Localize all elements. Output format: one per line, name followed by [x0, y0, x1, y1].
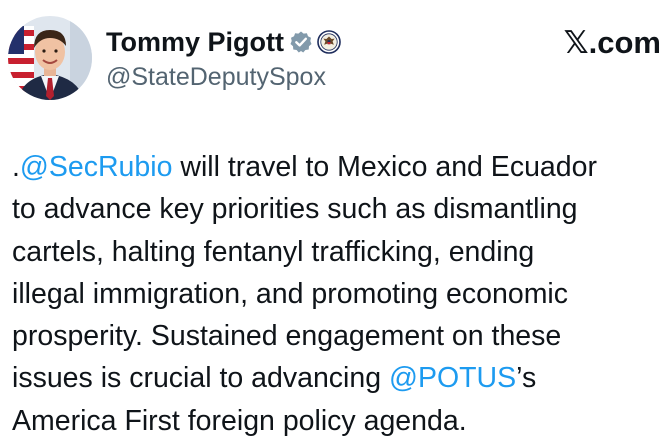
mention-secrubio-link[interactable]: @SecRubio: [20, 151, 173, 183]
state-department-seal-icon[interactable]: [317, 30, 341, 54]
tweet-line-6: issues is crucial to advancing @POTUS’s: [12, 357, 662, 399]
tweet-line-5: prosperity. Sustained engagement on thes…: [12, 320, 562, 353]
mention-potus-link[interactable]: @POTUS: [389, 362, 516, 394]
tweet-text-prefix: .: [12, 151, 20, 183]
author-name-row: Tommy Pigott: [106, 24, 341, 60]
tweet-line-1: .@SecRubio will travel to Mexico and Ecu…: [12, 146, 662, 188]
tweet-line-2: to advance key priorities such as disman…: [12, 193, 578, 226]
author-display-name[interactable]: Tommy Pigott: [106, 27, 284, 58]
tweet-card: Tommy Pigott @StateDeputySpox 𝕏 .com .@S…: [0, 0, 669, 441]
tweet-text-segment: issues is crucial to advancing: [12, 362, 390, 395]
brand-logo: 𝕏 .com: [564, 24, 661, 60]
tweet-line-7: America First foreign policy agenda.: [12, 404, 467, 437]
tweet-text-suffix: ’s: [516, 362, 537, 395]
tweet-line-3: cartels, halting fentanyl trafficking, e…: [12, 235, 535, 268]
avatar-image: [8, 16, 92, 100]
tweet-text: .@SecRubio will travel to Mexico and Ecu…: [12, 146, 662, 441]
brand-domain: .com: [588, 24, 661, 60]
author-handle[interactable]: @StateDeputySpox: [106, 63, 326, 92]
verified-badge-icon[interactable]: [289, 30, 313, 54]
avatar[interactable]: [8, 16, 92, 100]
x-logo-icon: 𝕏: [563, 24, 589, 60]
tweet-line-4: illegal immigration, and promoting econo…: [12, 277, 569, 310]
tweet-text-segment: will travel to Mexico and Ecuador: [172, 151, 597, 183]
